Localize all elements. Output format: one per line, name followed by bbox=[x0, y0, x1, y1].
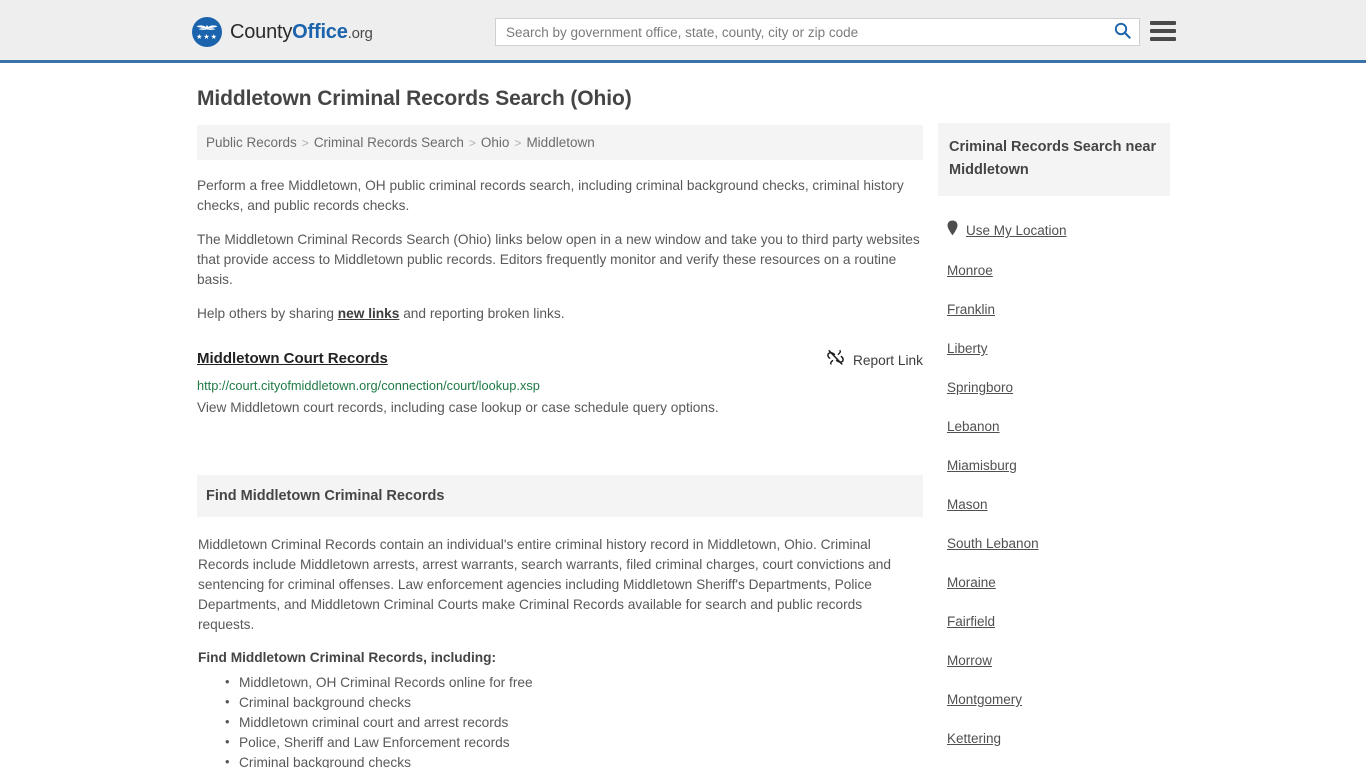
list-item: Monroe bbox=[938, 262, 1170, 280]
breadcrumb-item-middletown[interactable]: Middletown bbox=[526, 135, 594, 150]
intro-paragraph-2: The Middletown Criminal Records Search (… bbox=[197, 232, 920, 287]
eagle-wings-icon bbox=[196, 24, 218, 33]
sidebar-city-link-miamisburg[interactable]: Miamisburg bbox=[947, 458, 1017, 473]
list-item: Criminal background checks bbox=[225, 752, 922, 768]
sidebar-city-link-lebanon[interactable]: Lebanon bbox=[947, 419, 1000, 434]
sidebar-city-link-montgomery[interactable]: Montgomery bbox=[947, 692, 1022, 707]
list-item: Fairfield bbox=[938, 613, 1170, 631]
record-link-header-row: Middletown Court Records Report Link bbox=[197, 350, 923, 370]
list-item: Springboro bbox=[938, 379, 1170, 397]
sidebar-city-link-liberty[interactable]: Liberty bbox=[947, 341, 988, 356]
nearby-cities-sidebar: Criminal Records Search near Middletown … bbox=[938, 123, 1170, 768]
list-item: Middletown criminal court and arrest rec… bbox=[225, 712, 922, 733]
list-item: Criminal background checks bbox=[225, 692, 922, 713]
share-prefix-text: Help others by sharing bbox=[197, 306, 338, 321]
record-link-title[interactable]: Middletown Court Records bbox=[197, 350, 388, 367]
breadcrumb-item-ohio[interactable]: Ohio bbox=[481, 135, 510, 150]
report-link-button[interactable]: Report Link bbox=[827, 350, 923, 370]
site-header: ★★★ CountyOffice.org bbox=[0, 0, 1366, 63]
broken-link-icon bbox=[827, 350, 844, 370]
search-input[interactable] bbox=[496, 19, 1105, 45]
use-my-location-button[interactable]: Use My Location bbox=[947, 220, 1170, 241]
logo-office-text: Office bbox=[292, 20, 348, 43]
list-item: Morrow bbox=[938, 652, 1170, 670]
new-links-link[interactable]: new links bbox=[338, 306, 400, 321]
hamburger-bar-3 bbox=[1150, 37, 1176, 41]
three-stars-icon: ★★★ bbox=[196, 34, 218, 41]
use-my-location-label: Use My Location bbox=[966, 223, 1067, 238]
breadcrumb-separator: > bbox=[301, 136, 309, 150]
sidebar-city-link-fairfield[interactable]: Fairfield bbox=[947, 614, 995, 629]
find-records-subheading: Find Middletown Criminal Records, includ… bbox=[198, 650, 497, 665]
page-title: Middletown Criminal Records Search (Ohio… bbox=[197, 87, 632, 110]
record-link-description: View Middletown court records, including… bbox=[197, 400, 719, 415]
nearby-city-list: Monroe Franklin Liberty Springboro Leban… bbox=[938, 262, 1170, 768]
hamburger-bar-1 bbox=[1150, 21, 1176, 25]
share-links-paragraph: Help others by sharing new links and rep… bbox=[197, 304, 923, 324]
sidebar-city-link-south-lebanon[interactable]: South Lebanon bbox=[947, 536, 1039, 551]
main-content: Middletown Criminal Records Search (Ohio… bbox=[197, 87, 923, 768]
hamburger-bar-2 bbox=[1150, 29, 1176, 33]
list-item: Miamisburg bbox=[938, 457, 1170, 475]
list-item: Police, Sheriff and Law Enforcement reco… bbox=[225, 732, 922, 753]
record-link-result: Middletown Court Records Report Link htt… bbox=[197, 350, 923, 418]
list-item: Moraine bbox=[938, 574, 1170, 592]
sidebar-city-link-moraine[interactable]: Moraine bbox=[947, 575, 996, 590]
sidebar-heading: Criminal Records Search near Middletown bbox=[938, 123, 1170, 196]
sidebar-city-link-springboro[interactable]: Springboro bbox=[947, 380, 1013, 395]
countyoffice-eagle-icon: ★★★ bbox=[192, 17, 222, 47]
hamburger-menu-icon[interactable] bbox=[1150, 20, 1176, 42]
breadcrumb: Public Records > Criminal Records Search > O… bbox=[197, 125, 923, 160]
list-item: Liberty bbox=[938, 340, 1170, 358]
intro-paragraph-1: Perform a free Middletown, OH public cri… bbox=[197, 178, 904, 213]
breadcrumb-item-public-records[interactable]: Public Records bbox=[206, 135, 297, 150]
search-button[interactable] bbox=[1105, 19, 1139, 45]
list-item: Lebanon bbox=[938, 418, 1170, 436]
list-item: Mason bbox=[938, 496, 1170, 514]
site-logo[interactable]: ★★★ CountyOffice.org bbox=[192, 17, 373, 47]
logo-county-text: County bbox=[230, 20, 293, 43]
sidebar-city-link-mason[interactable]: Mason bbox=[947, 497, 988, 512]
site-logo-text: CountyOffice.org bbox=[230, 21, 373, 44]
find-records-bullet-list: Middletown, OH Criminal Records online f… bbox=[198, 672, 922, 768]
breadcrumb-item-criminal-records-search[interactable]: Criminal Records Search bbox=[314, 135, 464, 150]
find-records-section-body: Middletown Criminal Records contain an i… bbox=[197, 535, 923, 768]
list-item: South Lebanon bbox=[938, 535, 1170, 553]
list-item: Middletown, OH Criminal Records online f… bbox=[225, 672, 922, 693]
search-bar bbox=[495, 18, 1140, 46]
list-item: Franklin bbox=[938, 301, 1170, 319]
search-icon bbox=[1114, 22, 1131, 42]
logo-tld-text: .org bbox=[347, 24, 373, 42]
find-records-paragraph: Middletown Criminal Records contain an i… bbox=[198, 537, 892, 632]
find-records-section-heading: Find Middletown Criminal Records bbox=[197, 475, 923, 517]
list-item: Kettering bbox=[938, 730, 1170, 748]
list-item: Montgomery bbox=[938, 691, 1170, 709]
report-link-label: Report Link bbox=[853, 352, 923, 368]
sidebar-city-link-morrow[interactable]: Morrow bbox=[947, 653, 992, 668]
sidebar-city-link-monroe[interactable]: Monroe bbox=[947, 263, 993, 278]
sidebar-city-link-franklin[interactable]: Franklin bbox=[947, 302, 995, 317]
share-suffix-text: and reporting broken links. bbox=[399, 306, 565, 321]
breadcrumb-separator: > bbox=[514, 136, 522, 150]
map-pin-icon bbox=[947, 220, 958, 241]
sidebar-city-link-kettering[interactable]: Kettering bbox=[947, 731, 1001, 746]
record-link-url[interactable]: http://court.cityofmiddletown.org/connec… bbox=[197, 378, 923, 393]
breadcrumb-separator: > bbox=[468, 136, 476, 150]
